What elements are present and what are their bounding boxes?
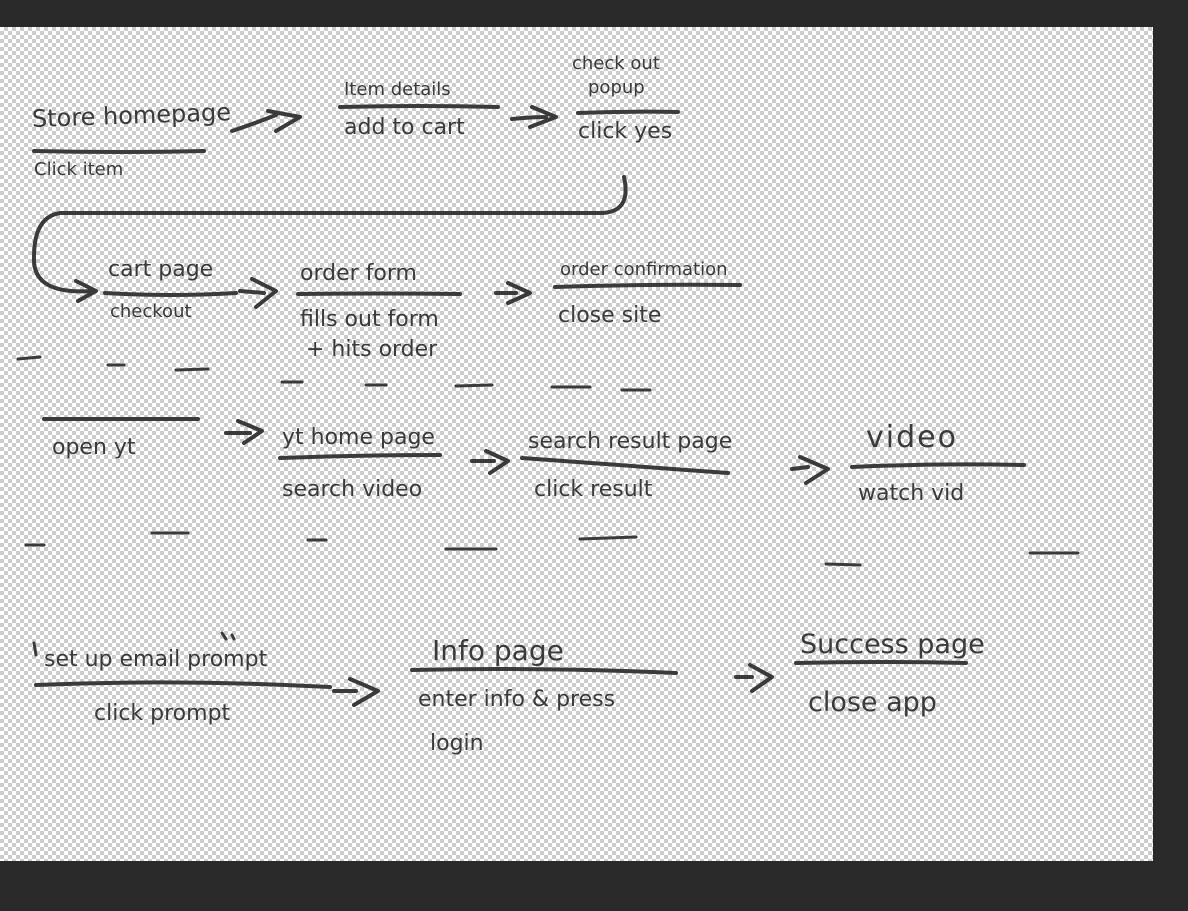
underline-success-page xyxy=(794,660,968,665)
action-enter-info: enter info & press xyxy=(418,687,616,712)
arrow-info-to-success xyxy=(734,663,774,693)
screen-order-form: order form xyxy=(300,261,417,286)
action-click-prompt: click prompt xyxy=(94,701,231,726)
separator-dashes-2 xyxy=(24,531,1080,567)
arrow-5-to-6 xyxy=(494,281,532,305)
action-checkout: checkout xyxy=(110,301,192,322)
screen-check-out: check out xyxy=(572,53,660,74)
action-click-item: Click item xyxy=(34,159,124,180)
action-hits-order: + hits order xyxy=(306,337,438,362)
arrow-email-to-info xyxy=(332,677,380,707)
screen-order-confirmation: order confirmation xyxy=(560,259,728,280)
screen-check-out-line2: popup xyxy=(588,77,645,98)
action-fills-out-form: fills out form xyxy=(300,307,439,332)
action-click-yes: click yes xyxy=(578,119,673,144)
screen-video: video xyxy=(866,420,958,455)
action-close-site: close site xyxy=(558,303,662,328)
underline-checkout-popup xyxy=(576,109,680,115)
underline-yt-home-page xyxy=(278,453,442,460)
screen-yt-home-page: yt home page xyxy=(282,425,435,450)
drawing-canvas[interactable]: Store homepage Click item Item details a… xyxy=(0,27,1153,861)
underline-set-up-email-prompt xyxy=(34,680,332,689)
action-close-app: close app xyxy=(808,687,937,718)
tick-mark xyxy=(32,641,38,657)
screen-store-homepage: Store homepage xyxy=(31,98,232,133)
tick-mark xyxy=(220,631,236,641)
arrow-open-yt-to-home xyxy=(224,419,264,445)
underline-item-details xyxy=(338,104,500,109)
underline-video xyxy=(850,462,1026,469)
screen-cart-page: cart page xyxy=(108,257,214,282)
underline-order-form xyxy=(296,291,462,296)
arrow-home-to-search xyxy=(470,449,510,475)
screen-success-page: Success page xyxy=(800,629,985,660)
arrow-4-to-5 xyxy=(238,277,278,309)
underline-order-confirmation xyxy=(553,282,742,289)
action-login: login xyxy=(430,731,484,756)
action-search-video: search video xyxy=(282,477,423,502)
action-click-result: click result xyxy=(534,477,653,502)
editor-workspace: Store homepage Click item Item details a… xyxy=(0,0,1188,911)
screen-info-page: Info page xyxy=(432,634,564,667)
arrow-1-to-2 xyxy=(230,109,302,133)
arrow-search-to-video xyxy=(790,455,830,485)
underline-cart-page xyxy=(103,291,238,297)
screen-item-details: Item details xyxy=(344,79,451,100)
arrow-2-to-3 xyxy=(510,105,558,129)
action-open-yt: open yt xyxy=(52,435,136,460)
underline-search-result-page xyxy=(520,456,730,475)
action-watch-vid: watch vid xyxy=(858,481,965,506)
screen-search-result-page: search result page xyxy=(528,429,733,454)
screen-set-up-email-prompt: set up email prompt xyxy=(44,647,268,672)
action-add-to-cart: add to cart xyxy=(344,115,465,140)
underline-info-page xyxy=(410,667,678,675)
underline-store-homepage xyxy=(32,149,206,154)
